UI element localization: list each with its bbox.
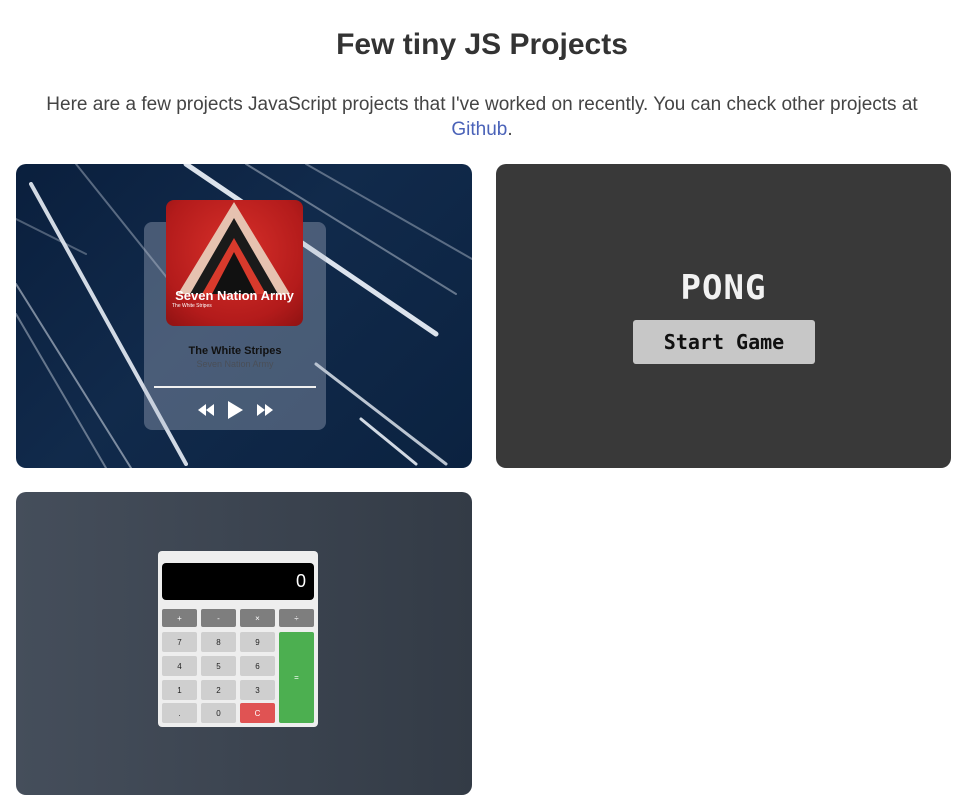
intro-end: . [507,119,513,140]
project-card-calculator[interactable]: 0 + - × ÷ 7 8 9 4 5 6 1 2 3 . 0 C = [16,492,472,795]
calc-button-add[interactable]: + [162,609,197,627]
progress-bar[interactable] [154,386,316,388]
project-card-pong[interactable]: PONG Start Game [496,164,951,468]
github-link[interactable]: Github [451,119,507,140]
song-artist: The White Stripes [188,345,282,357]
album-cover: Seven Nation Army The White Stripes [166,200,303,326]
calc-button-8[interactable]: 8 [201,632,236,652]
calc-button-clear[interactable]: C [240,703,275,723]
calculator-display: 0 [162,563,314,600]
calc-button-7[interactable]: 7 [162,632,197,652]
project-card-music-player[interactable]: Seven Nation Army The White Stripes The … [16,164,472,468]
calc-button-3[interactable]: 3 [240,680,275,700]
calc-button-1[interactable]: 1 [162,680,197,700]
intro-paragraph: Here are a few projects JavaScript proje… [20,92,944,142]
calc-button-equals[interactable]: = [279,632,314,723]
calculator: 0 + - × ÷ 7 8 9 4 5 6 1 2 3 . 0 C = [158,551,318,727]
calc-button-decimal[interactable]: . [162,703,197,723]
song-title: Seven Nation Army [196,359,274,369]
calc-button-6[interactable]: 6 [240,656,275,676]
start-game-button[interactable]: Start Game [633,320,815,364]
page-title: Few tiny JS Projects [336,28,628,61]
calc-button-subtract[interactable]: - [201,609,236,627]
calc-button-0[interactable]: 0 [201,703,236,723]
calc-button-multiply[interactable]: × [240,609,275,627]
calc-button-9[interactable]: 9 [240,632,275,652]
calc-button-divide[interactable]: ÷ [279,609,314,627]
calc-button-2[interactable]: 2 [201,680,236,700]
intro-text: Here are a few projects JavaScript proje… [46,94,918,115]
album-subtitle: The White Stripes [172,303,212,309]
fast-forward-icon[interactable] [257,404,273,416]
album-title: Seven Nation Army [175,288,294,303]
calc-button-4[interactable]: 4 [162,656,197,676]
rewind-icon[interactable] [198,404,214,416]
pong-title: PONG [680,268,767,308]
calc-button-5[interactable]: 5 [201,656,236,676]
play-icon[interactable] [227,401,243,419]
